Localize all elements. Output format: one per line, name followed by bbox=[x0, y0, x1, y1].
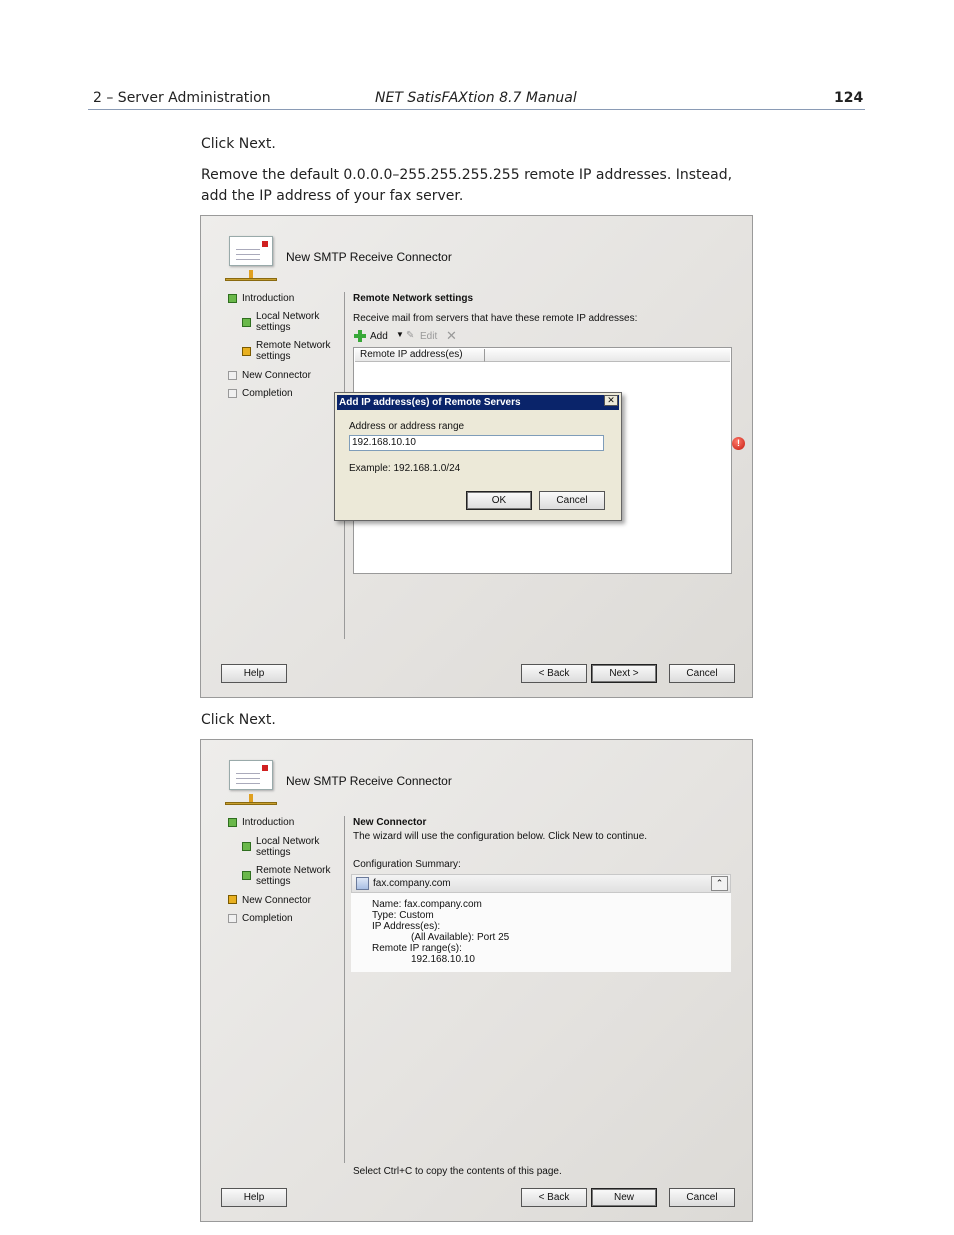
section-description: Receive mail from servers that have thes… bbox=[353, 313, 638, 324]
step-status-icon bbox=[228, 371, 237, 380]
step-status-icon bbox=[228, 389, 237, 398]
section-title: New Connector bbox=[353, 817, 427, 828]
wizard-icon bbox=[229, 236, 273, 266]
summary-type: Type: Custom bbox=[372, 910, 434, 921]
collapse-icon[interactable]: ⌃ bbox=[711, 876, 728, 891]
summary-ip-value: (All Available): Port 25 bbox=[411, 932, 510, 943]
configuration-summary: fax.company.com ⌃ Name: fax.company.com … bbox=[351, 874, 731, 972]
help-button[interactable]: Help bbox=[221, 664, 287, 683]
dialog-title: Add IP address(es) of Remote Servers bbox=[337, 395, 619, 410]
chevron-down-icon[interactable]: ▼ bbox=[396, 330, 404, 339]
instruction-text: Remove the default 0.0.0.0–255.255.255.2… bbox=[201, 167, 733, 183]
summary-remote-value: 192.168.10.10 bbox=[411, 954, 475, 965]
step-status-icon bbox=[228, 818, 237, 827]
copy-hint: Select Ctrl+C to copy the contents of th… bbox=[353, 1166, 562, 1177]
wizard-window-remote-network: New SMTP Receive Connector Introduction … bbox=[200, 215, 753, 698]
instruction-text: Click Next. bbox=[201, 136, 276, 152]
step-status-icon bbox=[228, 914, 237, 923]
nav-remote-network: Remote Network bbox=[256, 865, 331, 876]
nav-completion: Completion bbox=[242, 388, 293, 399]
close-icon[interactable]: ✕ bbox=[604, 395, 618, 406]
nav-remote-network: Remote Network bbox=[256, 340, 331, 351]
nav-local-network: Local Network bbox=[256, 311, 320, 322]
add-icon[interactable] bbox=[353, 329, 367, 343]
header-title: NET SatisFAXtion 8.7 Manual bbox=[375, 90, 577, 106]
nav-introduction: Introduction bbox=[242, 293, 295, 304]
wizard-window-new-connector: New SMTP Receive Connector Introduction … bbox=[200, 739, 753, 1222]
summary-host: fax.company.com bbox=[373, 878, 451, 889]
header-divider bbox=[88, 109, 865, 110]
network-base-icon bbox=[225, 794, 277, 806]
cancel-button[interactable]: Cancel bbox=[669, 664, 735, 683]
nav-local-network: settings bbox=[256, 847, 291, 858]
nav-introduction: Introduction bbox=[242, 817, 295, 828]
summary-name: Name: fax.company.com bbox=[372, 899, 482, 910]
back-button[interactable]: < Back bbox=[521, 664, 587, 683]
ok-button[interactable]: OK bbox=[466, 491, 532, 510]
wizard-icon bbox=[229, 760, 273, 790]
edit-button: Edit bbox=[420, 331, 438, 342]
nav-remote-network: settings bbox=[256, 351, 291, 362]
section-description: The wizard will use the configuration be… bbox=[353, 831, 648, 842]
globe-icon bbox=[356, 877, 369, 890]
address-label: Address or address range bbox=[349, 421, 465, 432]
warning-icon: ! bbox=[732, 437, 745, 450]
wizard-title: New SMTP Receive Connector bbox=[286, 250, 452, 264]
nav-local-network: settings bbox=[256, 322, 291, 333]
nav-new-connector: New Connector bbox=[242, 370, 311, 381]
summary-remote-label: Remote IP range(s): bbox=[372, 943, 462, 954]
step-status-icon bbox=[228, 294, 237, 303]
vertical-divider bbox=[344, 816, 345, 1163]
dialog-cancel-button[interactable]: Cancel bbox=[539, 491, 605, 510]
step-status-icon bbox=[242, 842, 251, 851]
cancel-button[interactable]: Cancel bbox=[669, 1188, 735, 1207]
section-title: Remote Network settings bbox=[353, 293, 474, 304]
summary-header[interactable]: fax.company.com ⌃ bbox=[351, 874, 731, 893]
nav-completion: Completion bbox=[242, 913, 293, 924]
config-summary-label: Configuration Summary: bbox=[353, 859, 461, 870]
step-status-icon bbox=[242, 871, 251, 880]
step-status-icon bbox=[242, 347, 251, 356]
nav-remote-network: settings bbox=[256, 876, 291, 887]
column-header-remote-ip[interactable]: Remote IP address(es) bbox=[355, 349, 485, 362]
instruction-text: add the IP address of your fax server. bbox=[201, 188, 464, 204]
add-button[interactable]: Add bbox=[370, 331, 388, 342]
step-status-icon bbox=[242, 318, 251, 327]
add-ip-dialog: Add IP address(es) of Remote Servers ✕ A… bbox=[334, 392, 622, 521]
address-input[interactable]: 192.168.10.10 bbox=[349, 435, 604, 451]
delete-icon: ✕ bbox=[446, 328, 457, 343]
instruction-text: Click Next. bbox=[201, 712, 276, 728]
edit-icon: ✎ bbox=[406, 330, 415, 341]
help-button[interactable]: Help bbox=[221, 1188, 287, 1207]
next-button[interactable]: Next > bbox=[591, 664, 657, 683]
new-button[interactable]: New bbox=[591, 1188, 657, 1207]
header-section: 2 – Server Administration bbox=[93, 90, 271, 106]
step-status-icon bbox=[228, 895, 237, 904]
summary-ip-label: IP Address(es): bbox=[372, 921, 441, 932]
back-button[interactable]: < Back bbox=[521, 1188, 587, 1207]
network-base-icon bbox=[225, 270, 277, 282]
nav-local-network: Local Network bbox=[256, 836, 320, 847]
wizard-title: New SMTP Receive Connector bbox=[286, 774, 452, 788]
page-number: 124 bbox=[834, 90, 864, 106]
nav-new-connector: New Connector bbox=[242, 895, 311, 906]
example-text: Example: 192.168.1.0/24 bbox=[349, 463, 461, 474]
